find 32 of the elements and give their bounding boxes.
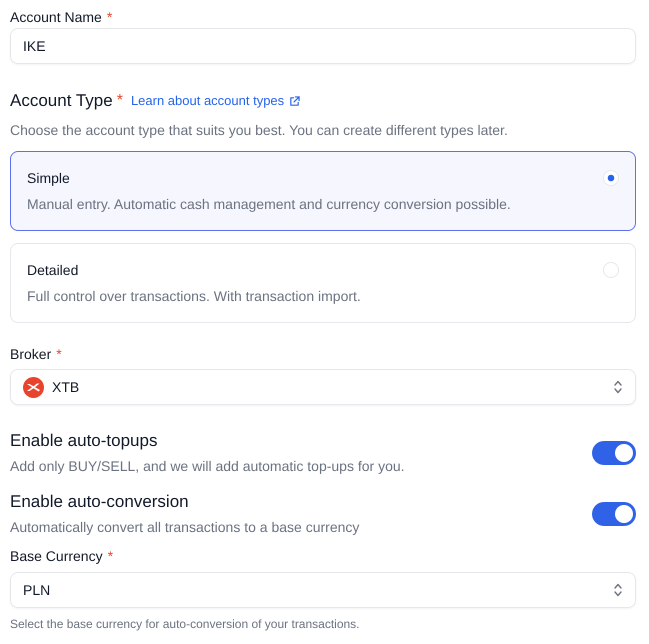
account-type-option[interactable]: Simple Manual entry. Automatic cash management and currency conversion possible. — [10, 151, 636, 231]
help-text: Select the base currency for auto-conversion of your transactions. — [10, 616, 361, 632]
logo-icon — [23, 376, 44, 398]
account-name-input[interactable]: IKE — [10, 28, 636, 64]
radio-icon — [603, 262, 619, 278]
toggle-switch[interactable] — [592, 440, 636, 464]
option-description: Full control over transactions. With transaction import. — [27, 287, 362, 306]
chevron-up-down-icon — [614, 380, 622, 394]
section-description: Choose the account type that suits you best. You can create different types later. — [10, 121, 509, 140]
chevron-up-down-icon — [614, 583, 622, 597]
option-description: Manual entry. Automatic cash management and currency conversion possible. — [27, 195, 512, 214]
field-label: Account Name — [10, 8, 102, 27]
toggle-switch[interactable] — [592, 502, 636, 526]
toggle-label: Enable auto-conversion — [10, 491, 190, 513]
learn-more-link[interactable]: Learn about account types — [130, 92, 300, 110]
required-asterisk: * — [56, 345, 62, 364]
currency-select[interactable]: PLN — [10, 572, 636, 608]
field-label: Base Currency — [10, 547, 103, 566]
toggle-description: Add only BUY/SELL, and we will add automatic top-ups for you. — [10, 457, 406, 476]
broker-select[interactable]: XTB — [10, 369, 636, 405]
account-type-option[interactable]: Detailed Full control over transactions. With transaction import. — [10, 243, 636, 323]
section-heading: Account Type — [10, 90, 113, 112]
required-asterisk: * — [108, 547, 114, 566]
option-title: Detailed — [27, 261, 80, 280]
required-asterisk: * — [106, 8, 112, 27]
toggle-description: Automatically convert all transactions to a base currency — [10, 518, 360, 537]
field-label: Broker — [10, 345, 52, 364]
toggle-label: Enable auto-topups — [10, 430, 158, 452]
radio-icon — [603, 170, 619, 186]
required-asterisk: * — [116, 91, 123, 111]
option-title: Simple — [27, 169, 71, 188]
external-link-icon — [289, 96, 300, 106]
